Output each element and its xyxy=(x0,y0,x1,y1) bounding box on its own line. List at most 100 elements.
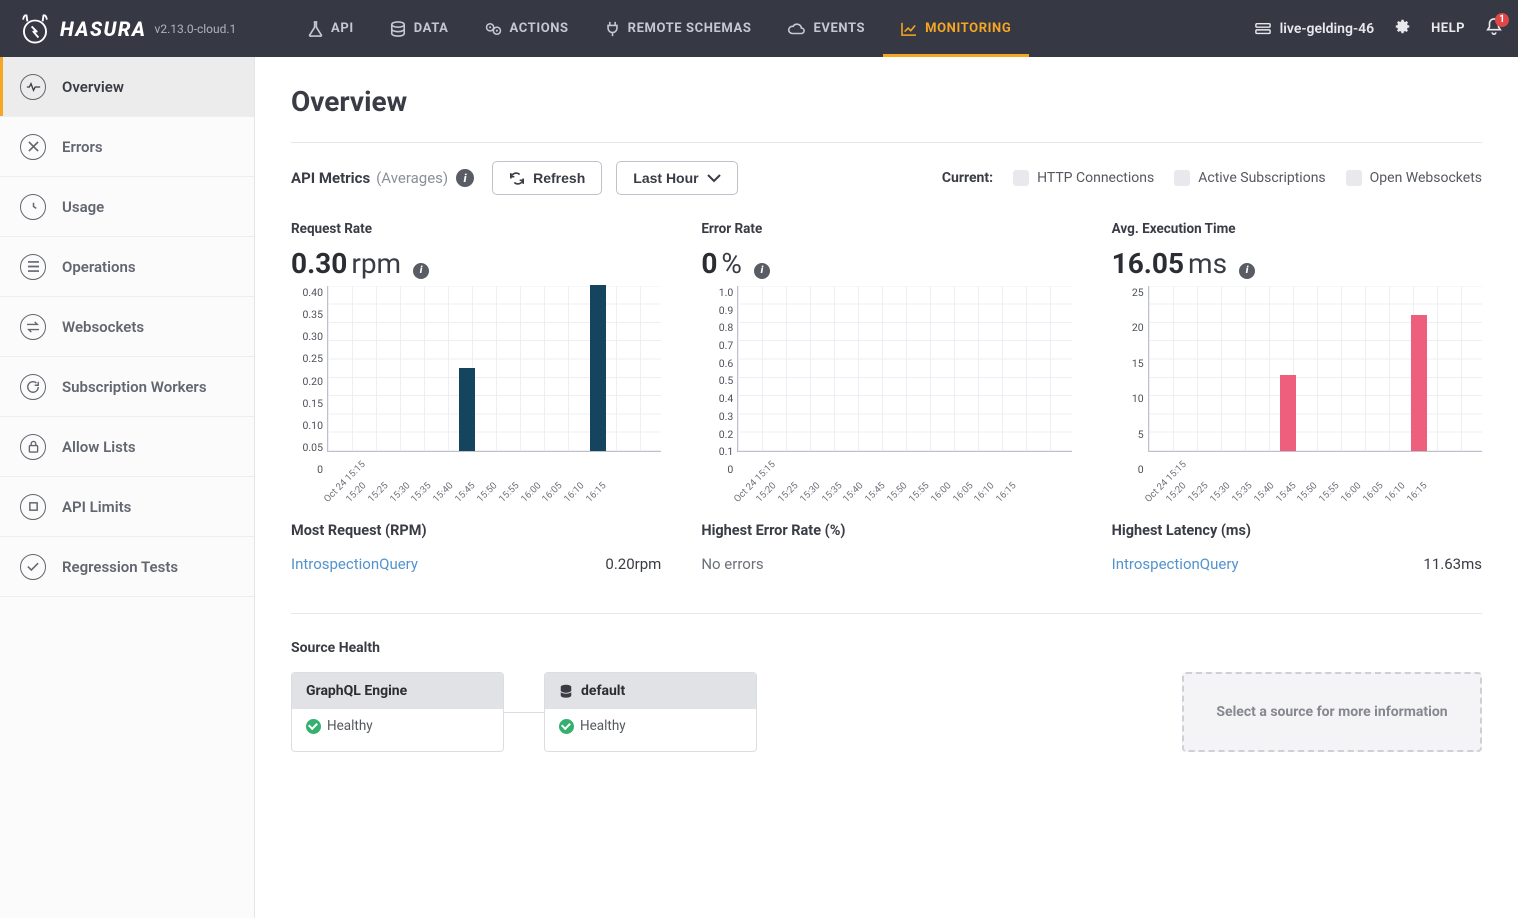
nav-events[interactable]: EVENTS xyxy=(769,0,883,57)
time-range-label: Last Hour xyxy=(633,170,698,186)
nav-remote-schemas[interactable]: REMOTE SCHEMAS xyxy=(587,0,770,57)
toggle-label: Active Subscriptions xyxy=(1198,170,1325,186)
source-placeholder: Select a source for more information xyxy=(1182,672,1482,752)
nav-label: EVENTS xyxy=(813,21,865,36)
metric-error-rate: Error Rate 0% i 1.00.90.80.70.60.50.40.3… xyxy=(701,221,1071,573)
toggle-subscriptions[interactable]: Active Subscriptions xyxy=(1174,170,1325,186)
gears-icon xyxy=(485,21,502,37)
check-circle-icon xyxy=(559,719,574,734)
source-health-row: GraphQL Engine Healthy default Healthy S… xyxy=(291,672,1482,752)
sidebar-label: Allow Lists xyxy=(62,438,136,456)
brand-block: HASURA v2.13.0-cloud.1 xyxy=(0,12,290,46)
checkbox-icon xyxy=(1174,170,1190,186)
status-text: Healthy xyxy=(327,718,373,734)
database-icon xyxy=(390,21,406,37)
checkbox-icon xyxy=(1013,170,1029,186)
api-metrics-sub: (Averages) xyxy=(376,169,448,187)
sidebar-item-overview[interactable]: Overview xyxy=(0,57,254,117)
refresh-label: Refresh xyxy=(533,170,585,186)
controls-row: API Metrics (Averages) i Refresh Last Ho… xyxy=(291,142,1482,213)
source-card-header: default xyxy=(545,673,756,709)
metric-unit: ms xyxy=(1188,247,1227,280)
no-errors-text: No errors xyxy=(701,555,1071,573)
sidebar-item-operations[interactable]: Operations xyxy=(0,237,254,297)
sidebar-item-regression-tests[interactable]: Regression Tests xyxy=(0,537,254,597)
sidebar-item-errors[interactable]: Errors xyxy=(0,117,254,177)
metric-title: Request Rate xyxy=(291,221,661,237)
sidebar-item-usage[interactable]: Usage xyxy=(0,177,254,237)
sidebar-label: Regression Tests xyxy=(62,558,178,576)
sidebar-label: Websockets xyxy=(62,318,144,336)
api-metrics-label: API Metrics xyxy=(291,169,370,187)
project-selector[interactable]: live-gelding-46 xyxy=(1254,21,1374,37)
metric-title: Avg. Execution Time xyxy=(1112,221,1482,237)
notifications-icon[interactable]: 1 xyxy=(1485,17,1503,41)
nav-data[interactable]: DATA xyxy=(372,0,467,57)
nav-label: ACTIONS xyxy=(510,21,569,36)
hasura-logo-icon xyxy=(18,12,52,46)
list-icon xyxy=(20,254,46,280)
refresh-icon xyxy=(509,171,525,186)
nav-api[interactable]: API xyxy=(290,0,372,57)
app-header: HASURA v2.13.0-cloud.1 API DATA ACTIONS xyxy=(0,0,1518,57)
version-text: v2.13.0-cloud.1 xyxy=(155,22,237,36)
refresh-button[interactable]: Refresh xyxy=(492,161,602,195)
x-icon xyxy=(20,134,46,160)
notif-count: 1 xyxy=(1495,13,1509,27)
metric-value: 16.05 xyxy=(1112,247,1184,280)
help-link[interactable]: HELP xyxy=(1431,21,1465,36)
toggle-http[interactable]: HTTP Connections xyxy=(1013,170,1154,186)
source-name: default xyxy=(581,683,625,699)
check-circle-icon xyxy=(306,719,321,734)
time-range-select[interactable]: Last Hour xyxy=(616,161,737,195)
chart-latency: 2520151050 Oct 24 15:1515:2015:2515:3015… xyxy=(1112,286,1482,476)
source-engine-card[interactable]: GraphQL Engine Healthy xyxy=(291,672,504,752)
nav-label: MONITORING xyxy=(925,21,1011,36)
info-icon[interactable]: i xyxy=(413,263,429,279)
info-icon[interactable]: i xyxy=(754,263,770,279)
sidebar-item-subscription-workers[interactable]: Subscription Workers xyxy=(0,357,254,417)
flask-icon xyxy=(308,21,323,37)
check-icon xyxy=(20,554,46,580)
sidebar-label: Overview xyxy=(62,78,124,96)
checkbox-icon xyxy=(1346,170,1362,186)
header-right: live-gelding-46 HELP 1 xyxy=(1254,17,1503,41)
operation-value: 0.20rpm xyxy=(605,555,661,573)
connector-line xyxy=(504,712,544,713)
operation-link[interactable]: IntrospectionQuery xyxy=(291,555,418,573)
chart-error-rate: 1.00.90.80.70.60.50.40.30.20.10 Oct 24 1… xyxy=(701,286,1071,476)
operation-link[interactable]: IntrospectionQuery xyxy=(1112,555,1239,573)
metric-latency: Avg. Execution Time 16.05ms i 2520151050… xyxy=(1112,221,1482,573)
cloud-icon xyxy=(787,22,805,36)
top-nav: API DATA ACTIONS REMOTE SCHEMAS EVENTS xyxy=(290,0,1029,57)
chart-request-rate: 0.400.350.300.250.200.150.100.050 Oct 24… xyxy=(291,286,661,476)
source-db-card[interactable]: default Healthy xyxy=(544,672,757,752)
info-icon[interactable]: i xyxy=(456,169,474,187)
nav-label: DATA xyxy=(414,21,449,36)
pulse-icon xyxy=(20,74,46,100)
plug-icon xyxy=(605,21,620,37)
sidebar: Overview Errors Usage Operations Websock… xyxy=(0,57,255,918)
nav-label: API xyxy=(331,21,354,36)
settings-icon[interactable] xyxy=(1394,18,1411,39)
sidebar-item-api-limits[interactable]: API Limits xyxy=(0,477,254,537)
project-name: live-gelding-46 xyxy=(1280,21,1374,37)
sidebar-label: Errors xyxy=(62,138,103,156)
metric-title: Error Rate xyxy=(701,221,1071,237)
info-icon[interactable]: i xyxy=(1239,263,1255,279)
nav-actions[interactable]: ACTIONS xyxy=(467,0,587,57)
toggle-websockets[interactable]: Open Websockets xyxy=(1346,170,1482,186)
highest-latency-title: Highest Latency (ms) xyxy=(1112,522,1482,539)
sidebar-item-websockets[interactable]: Websockets xyxy=(0,297,254,357)
swap-icon xyxy=(20,314,46,340)
clock-icon xyxy=(20,194,46,220)
nav-monitoring[interactable]: MONITORING xyxy=(883,0,1029,57)
sidebar-item-allow-lists[interactable]: Allow Lists xyxy=(0,417,254,477)
toggle-label: Open Websockets xyxy=(1370,170,1482,186)
refresh-icon xyxy=(20,374,46,400)
chart-up-icon xyxy=(901,22,917,36)
stack-icon xyxy=(1254,21,1272,37)
sidebar-label: API Limits xyxy=(62,498,131,516)
sidebar-label: Usage xyxy=(62,198,104,216)
metric-value: 0 xyxy=(701,247,717,280)
